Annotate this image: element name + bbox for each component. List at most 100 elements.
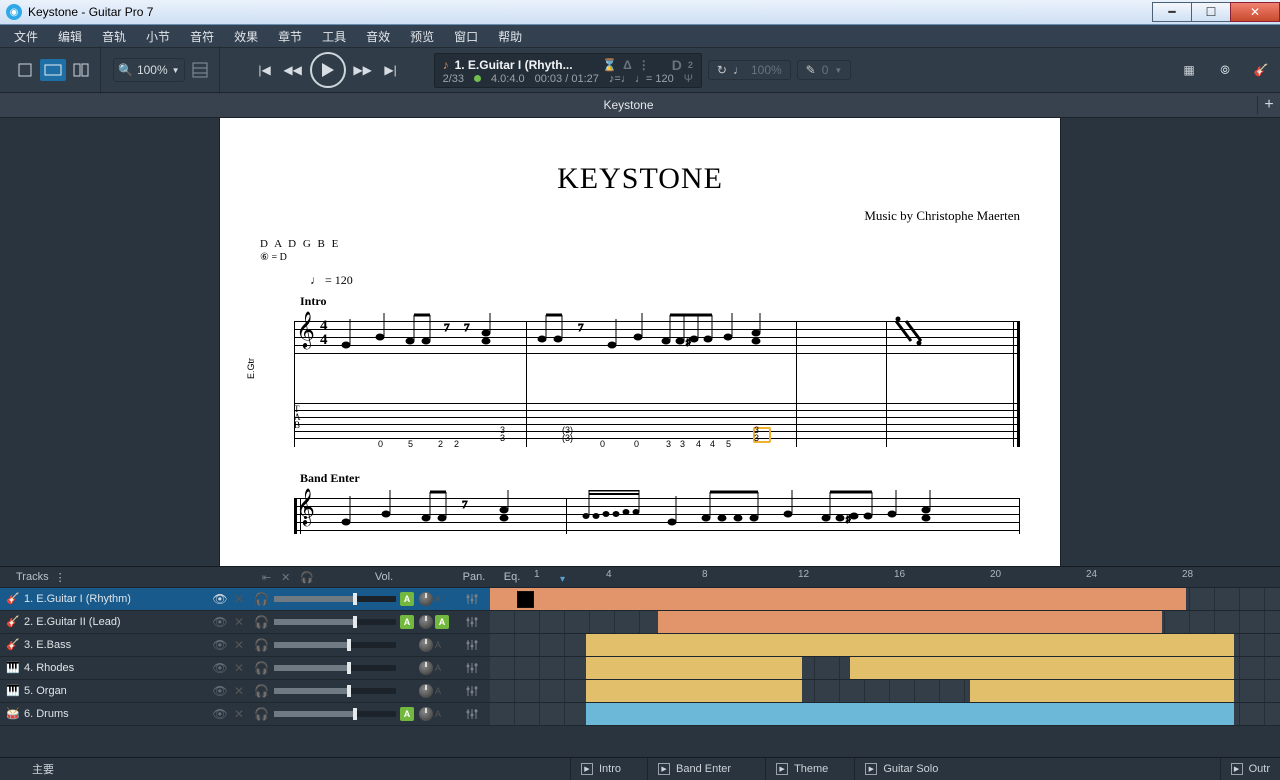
pan-knob[interactable]: A <box>414 684 454 698</box>
solo-toggle[interactable]: 🎧 <box>254 661 274 675</box>
bar-ruler[interactable]: 1481216202428▾ <box>530 567 1280 587</box>
tuning-fork-icon[interactable]: Ψ <box>684 73 693 85</box>
add-tab-button[interactable]: + <box>1257 96 1280 114</box>
visibility-toggle[interactable]: 👁 <box>206 661 234 675</box>
region-block[interactable] <box>586 657 802 679</box>
system-2[interactable]: 𝄞 7 <box>266 490 1020 550</box>
section-chip[interactable]: ▶Theme <box>765 758 838 780</box>
track-row[interactable]: 🎸2. E.Guitar II (Lead)👁✕🎧AA <box>0 611 1280 634</box>
arrangement-lane[interactable] <box>490 588 1280 610</box>
volume-slider[interactable]: A <box>274 615 414 629</box>
menu-file[interactable]: 文件 <box>4 25 48 48</box>
rewind-icon[interactable]: ◀◀ <box>282 59 304 81</box>
play-section-icon[interactable]: ▶ <box>865 763 877 775</box>
pan-knob[interactable]: A <box>414 638 454 652</box>
section-chip[interactable]: ▶Intro <box>570 758 631 780</box>
volume-slider[interactable] <box>274 688 414 694</box>
play-section-icon[interactable]: ▶ <box>658 763 670 775</box>
region-block[interactable] <box>658 611 1162 633</box>
section-chip[interactable]: ▶Band Enter <box>647 758 741 780</box>
eq-button[interactable] <box>454 684 490 698</box>
mute-all-icon[interactable]: ✕ <box>281 571 290 584</box>
play-section-icon[interactable]: ▶ <box>776 763 788 775</box>
automation-badge[interactable]: A <box>400 615 414 629</box>
automation-badge[interactable]: A <box>400 592 414 606</box>
menu-help[interactable]: 帮助 <box>488 25 532 48</box>
solo-toggle[interactable]: 🎧 <box>254 638 274 652</box>
tracks-menu-icon[interactable]: ⋮ <box>55 571 66 584</box>
volume-slider[interactable]: A <box>274 592 414 606</box>
mute-toggle[interactable]: ✕ <box>234 707 254 721</box>
go-start-icon[interactable]: |◀ <box>254 59 276 81</box>
view-screen-icon[interactable] <box>40 59 66 81</box>
menu-track[interactable]: 音轨 <box>92 25 136 48</box>
volume-slider[interactable]: A <box>274 707 414 721</box>
solo-toggle[interactable]: 🎧 <box>254 707 274 721</box>
line-in-icon[interactable]: 🎸 <box>1248 59 1274 81</box>
arrangement-lane[interactable] <box>490 703 1280 725</box>
loop-icon[interactable]: ↻ <box>717 63 727 77</box>
eq-button[interactable] <box>454 615 490 629</box>
play-section-icon[interactable]: ▶ <box>581 763 593 775</box>
mute-toggle[interactable]: ✕ <box>234 661 254 675</box>
pitch-value[interactable]: 0 <box>822 63 829 77</box>
tab-title[interactable]: Keystone <box>0 98 1257 112</box>
pan-knob[interactable]: A <box>414 707 454 721</box>
automation-badge[interactable]: A <box>435 615 449 629</box>
track-row[interactable]: 🎹4. Rhodes👁✕🎧A <box>0 657 1280 680</box>
current-track-label[interactable]: 1. E.Guitar I (Rhyth... <box>455 58 573 72</box>
mute-toggle[interactable]: ✕ <box>234 684 254 698</box>
visibility-toggle[interactable]: 👁 <box>206 638 234 652</box>
play-button[interactable] <box>310 52 346 88</box>
mute-toggle[interactable]: ✕ <box>234 615 254 629</box>
volume-slider[interactable] <box>274 665 414 671</box>
headphones-icon[interactable]: 🎧 <box>300 571 314 584</box>
pan-knob[interactable]: A <box>414 661 454 675</box>
hourglass-icon[interactable]: ⌛ <box>602 58 617 72</box>
visibility-toggle[interactable]: 👁 <box>206 615 234 629</box>
view-split-icon[interactable] <box>68 59 94 81</box>
menu-edit[interactable]: 编辑 <box>48 25 92 48</box>
forward-icon[interactable]: ▶▶ <box>352 59 374 81</box>
region-block[interactable] <box>490 588 1186 610</box>
countdown-icon[interactable]: ⋮ <box>638 58 650 72</box>
menu-view[interactable]: 预览 <box>400 25 444 48</box>
fretboard-icon[interactable]: ▦ <box>1176 59 1202 81</box>
loop-percent[interactable]: 100% <box>751 63 782 77</box>
section-chip[interactable]: ▶Guitar Solo <box>854 758 948 780</box>
pan-knob[interactable]: A <box>414 592 454 606</box>
menu-note[interactable]: 音符 <box>180 25 224 48</box>
menu-sound[interactable]: 音效 <box>356 25 400 48</box>
maximize-button[interactable]: ☐ <box>1191 2 1231 22</box>
eq-button[interactable] <box>454 661 490 675</box>
tuner-panel-icon[interactable]: ⦾ <box>1212 59 1238 81</box>
menu-effect[interactable]: 效果 <box>224 25 268 48</box>
metronome-icon[interactable]: Δ <box>623 58 632 72</box>
track-row[interactable]: 🎹5. Organ👁✕🎧A <box>0 680 1280 703</box>
region-block[interactable] <box>850 657 1234 679</box>
view-page-icon[interactable] <box>12 59 38 81</box>
track-row[interactable]: 🎸3. E.Bass👁✕🎧A <box>0 634 1280 657</box>
menu-section[interactable]: 章节 <box>268 25 312 48</box>
close-button[interactable]: ✕ <box>1230 2 1280 22</box>
primary-label[interactable]: 主要 <box>0 761 570 777</box>
tuner-icon[interactable]: ✎ <box>806 63 816 77</box>
region-block[interactable] <box>586 680 802 702</box>
play-section-icon[interactable]: ▶ <box>1231 763 1243 775</box>
pan-knob[interactable]: A <box>414 615 454 629</box>
automation-badge[interactable]: A <box>400 707 414 721</box>
visibility-toggle[interactable]: 👁 <box>206 684 234 698</box>
score-viewport[interactable]: KEYSTONE Music by Christophe Maerten D A… <box>0 118 1280 566</box>
volume-slider[interactable] <box>274 642 414 648</box>
arrangement-lane[interactable] <box>490 657 1280 679</box>
playhead-marker[interactable]: ▾ <box>560 574 565 585</box>
region-block[interactable] <box>970 680 1234 702</box>
visibility-toggle[interactable]: 👁 <box>206 592 234 606</box>
arrangement-lane[interactable] <box>490 611 1280 633</box>
menu-window[interactable]: 窗口 <box>444 25 488 48</box>
region-block[interactable] <box>586 703 1234 725</box>
solo-toggle[interactable]: 🎧 <box>254 592 274 606</box>
design-mode-icon[interactable] <box>187 59 213 81</box>
section-chip[interactable]: ▶Outr <box>1220 758 1280 780</box>
solo-toggle[interactable]: 🎧 <box>254 684 274 698</box>
